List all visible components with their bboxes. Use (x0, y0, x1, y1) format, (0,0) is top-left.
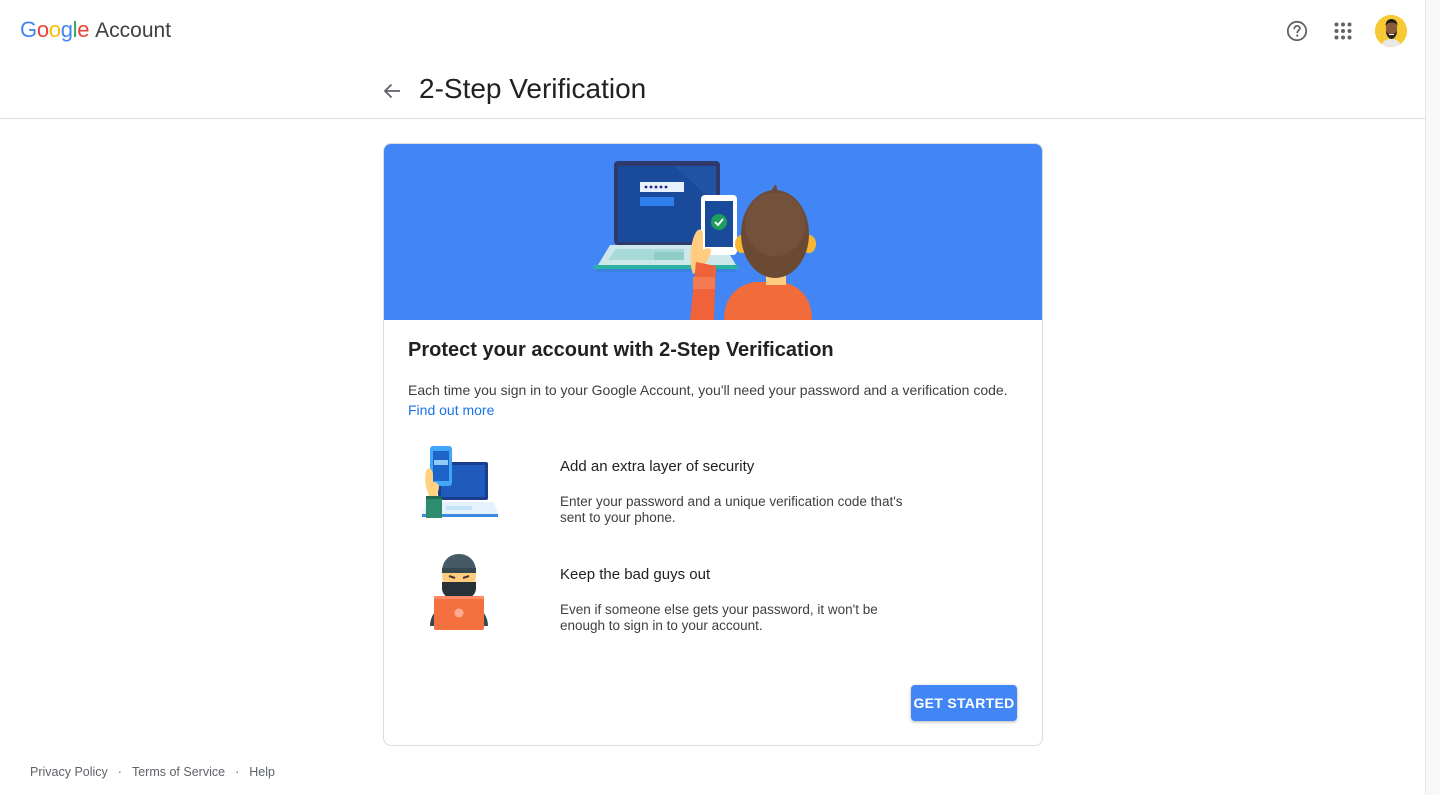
page: Google Account 2-Step Verification Prote… (0, 0, 1425, 795)
find-out-more-link[interactable]: Find out more (408, 402, 494, 418)
footer-separator: · (117, 765, 122, 779)
footer-separator: · (235, 765, 240, 779)
feature-description: Even if someone else gets your password,… (560, 602, 878, 633)
google-account-logo[interactable]: Google Account (20, 17, 171, 43)
feature-title: Keep the bad guys out (560, 566, 711, 583)
phone-laptop-icon (422, 446, 498, 518)
apps-grid-icon (1334, 22, 1352, 40)
top-app-bar: Google Account (0, 0, 1425, 64)
hero-banner (384, 144, 1042, 320)
terms-of-service-link[interactable]: Terms of Service (132, 765, 225, 779)
page-title-bar: 2-Step Verification (0, 64, 1425, 119)
logo-letter: G (20, 17, 37, 42)
feature-title: Add an extra layer of security (560, 458, 755, 475)
logo-letter: e (77, 17, 90, 42)
card-description: Each time you sign in to your Google Acc… (408, 380, 1008, 420)
logo-suffix: Account (95, 19, 172, 42)
google-apps-button[interactable] (1328, 16, 1358, 46)
privacy-policy-link[interactable]: Privacy Policy (30, 765, 108, 779)
vertical-scrollbar[interactable] (1425, 0, 1440, 795)
card-description-text: Each time you sign in to your Google Acc… (408, 382, 1008, 398)
user-avatar-icon (1375, 15, 1407, 47)
two-step-intro-card: Protect your account with 2-Step Verific… (383, 143, 1043, 746)
feature-item: Keep the bad guys out Even if someone el… (384, 550, 1042, 650)
google-wordmark: Google (20, 17, 89, 43)
hacker-icon (430, 554, 488, 630)
get-started-button[interactable]: GET STARTED (911, 685, 1017, 721)
account-avatar[interactable] (1375, 15, 1407, 47)
back-button[interactable] (378, 77, 406, 105)
page-title: 2-Step Verification (419, 73, 647, 104)
card-title: Protect your account with 2-Step Verific… (408, 339, 834, 361)
footer: Privacy Policy · Terms of Service · Help (30, 765, 275, 779)
logo-letter: g (60, 17, 73, 42)
help-link[interactable]: Help (249, 765, 275, 779)
feature-item: Add an extra layer of security Enter you… (384, 442, 1042, 542)
hacker-illustration (418, 550, 500, 632)
phone-laptop-illustration (418, 442, 500, 524)
logo-letter: o (36, 17, 49, 42)
feature-description: Enter your password and a unique verific… (560, 494, 903, 525)
help-circle-icon (1286, 20, 1308, 42)
help-button[interactable] (1282, 16, 1312, 46)
logo-letter: o (48, 17, 61, 42)
arrow-back-icon (383, 83, 400, 99)
two-step-hero-illustration (594, 161, 816, 320)
